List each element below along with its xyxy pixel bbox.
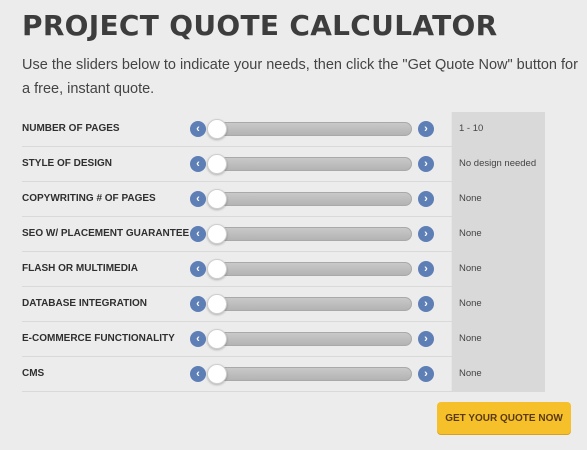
slider-label: CMS	[22, 368, 45, 379]
slider-track[interactable]	[207, 224, 412, 244]
slider-handle[interactable]	[207, 189, 227, 209]
slider-row: FLASH OR MULTIMEDIA ‹ › None	[22, 252, 544, 287]
slider-label: FLASH OR MULTIMEDIA	[22, 263, 138, 274]
slider-label: NUMBER OF PAGES	[22, 123, 120, 134]
slider-handle[interactable]	[207, 364, 227, 384]
chevron-left-icon[interactable]: ‹	[190, 261, 206, 277]
chevron-left-icon[interactable]: ‹	[190, 366, 206, 382]
slider-track[interactable]	[207, 119, 412, 139]
slider-value: None	[459, 193, 482, 204]
chevron-right-icon[interactable]: ›	[418, 191, 434, 207]
chevron-right-icon[interactable]: ›	[418, 261, 434, 277]
slider-track[interactable]	[207, 154, 412, 174]
slider-value: No design needed	[459, 158, 537, 169]
chevron-right-icon[interactable]: ›	[418, 226, 434, 242]
chevron-right-icon[interactable]: ›	[418, 296, 434, 312]
chevron-right-icon[interactable]: ›	[418, 331, 434, 347]
chevron-right-icon[interactable]: ›	[418, 366, 434, 382]
slider-list: NUMBER OF PAGES ‹ › 1 - 10 STYLE OF DESIGN ‹ ›…	[22, 112, 545, 392]
slider-handle[interactable]	[207, 224, 227, 244]
slider-track[interactable]	[207, 364, 412, 384]
slider-row: CMS ‹ › None	[22, 357, 544, 392]
slider-label: DATABASE INTEGRATION	[22, 298, 147, 309]
slider-track[interactable]	[207, 259, 412, 279]
chevron-left-icon[interactable]: ‹	[190, 226, 206, 242]
get-quote-button[interactable]: GET YOUR QUOTE NOW	[437, 402, 571, 434]
slider-track[interactable]	[207, 189, 412, 209]
slider-label: SEO W/ PLACEMENT GUARANTEE	[22, 228, 190, 239]
slider-handle[interactable]	[207, 154, 227, 174]
chevron-right-icon[interactable]: ›	[418, 121, 434, 137]
chevron-left-icon[interactable]: ‹	[190, 191, 206, 207]
slider-row: E-COMMERCE FUNCTIONALITY ‹ › None	[22, 322, 544, 357]
slider-row: STYLE OF DESIGN ‹ › No design needed	[22, 147, 544, 182]
slider-handle[interactable]	[207, 294, 227, 314]
intro-text: Use the sliders below to indicate your n…	[22, 57, 578, 97]
slider-label: COPYWRITING # OF PAGES	[22, 193, 156, 204]
slider-label: STYLE OF DESIGN	[22, 158, 113, 169]
slider-track[interactable]	[207, 294, 412, 314]
slider-row: COPYWRITING # OF PAGES ‹ › None	[22, 182, 544, 217]
slider-value: None	[459, 368, 482, 379]
slider-row: NUMBER OF PAGES ‹ › 1 - 10	[22, 112, 544, 147]
slider-handle[interactable]	[207, 329, 227, 349]
slider-value: None	[459, 228, 482, 239]
slider-row: DATABASE INTEGRATION ‹ › None	[22, 287, 544, 322]
slider-handle[interactable]	[207, 259, 227, 279]
chevron-left-icon[interactable]: ‹	[190, 331, 206, 347]
slider-handle[interactable]	[207, 119, 227, 139]
slider-label: E-COMMERCE FUNCTIONALITY	[22, 333, 175, 344]
chevron-left-icon[interactable]: ‹	[190, 121, 206, 137]
page-title: PROJECT QUOTE CALCULATOR	[22, 9, 498, 42]
slider-value: 1 - 10	[459, 123, 484, 134]
slider-value: None	[459, 263, 482, 274]
slider-value: None	[459, 298, 482, 309]
chevron-left-icon[interactable]: ‹	[190, 156, 206, 172]
chevron-right-icon[interactable]: ›	[418, 156, 434, 172]
slider-track[interactable]	[207, 329, 412, 349]
slider-row: SEO W/ PLACEMENT GUARANTEE ‹ › None	[22, 217, 544, 252]
chevron-left-icon[interactable]: ‹	[190, 296, 206, 312]
slider-value: None	[459, 333, 482, 344]
